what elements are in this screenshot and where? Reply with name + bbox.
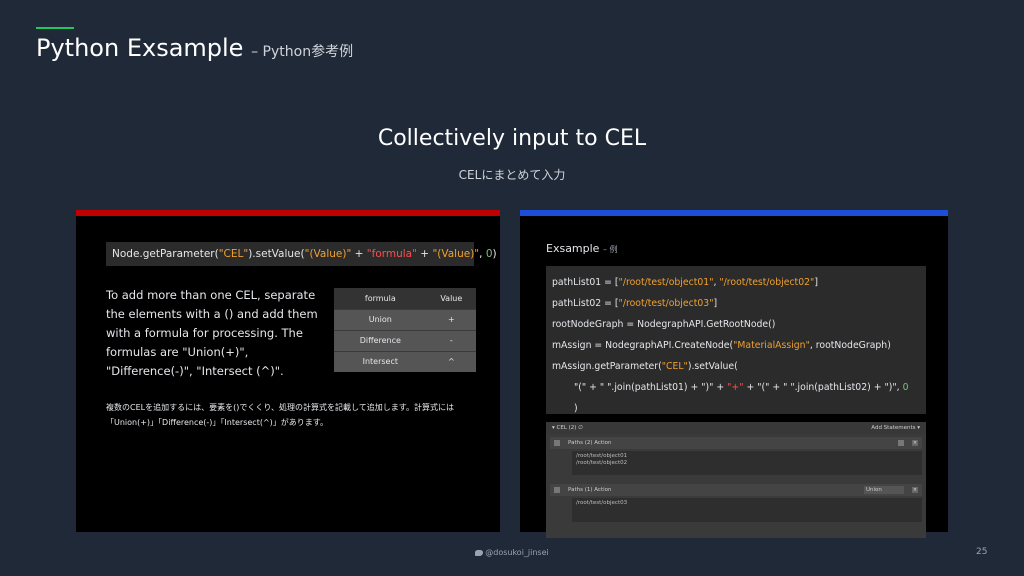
footer-handle: @dosukoi_jinsei (0, 548, 1024, 557)
code-text: , (479, 248, 486, 260)
code-string: "(Value)" (304, 248, 352, 260)
cel-widget-screenshot: ▾ CEL (2) ∅ Add Statements ▾ Paths (2) A… (546, 422, 926, 538)
code-line: pathList01 = ["/root/test/object01", "/r… (552, 272, 920, 293)
code-text: pathList02 = [ (552, 298, 619, 309)
cel-path: /root/test/object01 (576, 453, 628, 459)
cel-path: /root/test/object02 (576, 460, 628, 466)
code-text: ).setValue( (248, 248, 305, 260)
code-string: "(Value)" (432, 248, 480, 260)
code-text: ] (814, 277, 818, 288)
cel-row-label: Paths (2) Action (568, 440, 612, 446)
code-number: 0 (485, 248, 493, 260)
code-line: mAssign = NodegraphAPI.CreateNode("Mater… (552, 335, 920, 356)
table-cell: Difference (334, 329, 427, 351)
table-row: Difference - (334, 329, 476, 351)
code-text: ).setValue( (687, 361, 738, 372)
code-line: pathList02 = ["/root/test/object03"] (552, 293, 920, 314)
table-row: Intersect ^ (334, 350, 476, 372)
description-en: To add more than one CEL, separate the e… (106, 288, 318, 378)
code-text: , rootNodeGraph) (809, 340, 891, 351)
example-title-text: Exsample (546, 242, 600, 255)
add-statements-button[interactable]: Add Statements ▾ (871, 425, 920, 431)
example-title: Exsample – 例 (546, 242, 618, 255)
checkbox-icon[interactable] (554, 440, 560, 446)
code-line: rootNodeGraph = NodegraphAPI.GetRootNode… (552, 319, 776, 330)
page-title: Python Exsample – Python参考例 (36, 34, 353, 62)
table-row: Union + (334, 308, 476, 330)
dropdown-icon[interactable] (898, 440, 904, 446)
right-panel: Exsample – 例 pathList01 = ["/root/test/o… (520, 210, 948, 538)
code-line: "(" + " ".join(pathList01) + ")" + "+" +… (552, 377, 920, 398)
table-cell: ^ (426, 350, 476, 372)
formula-table: formula Value Union + Difference - Inter… (334, 288, 476, 372)
code-line: mAssign.getParameter("CEL").setValue( (552, 356, 920, 377)
table-header: Value (426, 288, 476, 309)
close-icon[interactable]: × (912, 440, 918, 446)
cel-header: ▾ CEL (2) ∅ Add Statements ▾ (546, 422, 926, 434)
checkbox-icon[interactable] (554, 487, 560, 493)
page-subtitle: – Python参考例 (251, 44, 354, 60)
code-text: mAssign.getParameter( (552, 361, 662, 372)
code-string-formula: "formula" (366, 248, 417, 260)
code-text: "(" + " ".join(pathList01) + ")" (574, 382, 714, 393)
table-cell: Intersect (334, 350, 427, 372)
title-accent-line (36, 27, 74, 29)
code-text: ) (492, 248, 497, 260)
description-jp: 複数のCELを追加するには、要素を()でくくり、処理の計算式を記載して追加します… (106, 403, 454, 427)
cel-path-list: /root/test/object01 /root/test/object02 (572, 451, 922, 475)
code-text: + (713, 382, 728, 393)
close-icon[interactable]: × (912, 487, 918, 493)
code-snippet: Node.getParameter("CEL").setValue("(Valu… (106, 242, 497, 266)
table-cell: - (426, 329, 476, 351)
cel-path-list: /root/test/object03 (572, 498, 922, 522)
code-string: "/root/test/object01" (618, 277, 714, 288)
code-block: pathList01 = ["/root/test/object01", "/r… (546, 266, 926, 414)
table-header-row: formula Value (334, 288, 476, 309)
cel-row-label: Paths (1) Action (568, 487, 612, 493)
section-subtitle: CELにまとめて入力 (458, 168, 566, 182)
cel-path: /root/test/object03 (576, 500, 628, 506)
cel-statement-row: Paths (1) Action Union × (550, 484, 922, 496)
page-number: 25 (976, 547, 988, 557)
code-text: Node.getParameter( (112, 248, 219, 260)
code-string: "CEL" (218, 248, 249, 260)
code-line: ) (574, 403, 578, 414)
code-string: "MaterialAssign" (733, 340, 810, 351)
code-text: pathList01 = [ (552, 277, 619, 288)
code-text: + (416, 248, 433, 260)
code-text: + (351, 248, 367, 260)
code-string: "CEL" (661, 361, 688, 372)
page-title-text: Python Exsample (36, 34, 244, 62)
cel-statement-row: Paths (2) Action × (550, 437, 922, 449)
twitter-icon (475, 549, 484, 556)
code-string-formula: "+" (727, 382, 744, 393)
code-number: 0 (902, 382, 909, 393)
table-cell: Union (334, 308, 427, 330)
code-text: ] (713, 298, 718, 309)
code-text: + (743, 382, 758, 393)
table-header: formula (334, 288, 427, 309)
example-title-suffix: – 例 (602, 245, 618, 254)
cel-header-label: ▾ CEL (2) ∅ (552, 425, 583, 431)
footer-handle-text: @dosukoi_jinsei (485, 548, 549, 557)
table-cell: + (426, 308, 476, 330)
code-string: "/root/test/object02" (719, 277, 815, 288)
code-string: "/root/test/object03" (618, 298, 714, 309)
left-panel: Node.getParameter("CEL").setValue("(Valu… (76, 210, 500, 532)
section-title: Collectively input to CEL (377, 126, 647, 151)
code-text: mAssign = NodegraphAPI.CreateNode( (552, 340, 734, 351)
code-text: "(" + " ".join(pathList02) + ")" (757, 382, 897, 393)
union-select[interactable]: Union (864, 486, 904, 494)
